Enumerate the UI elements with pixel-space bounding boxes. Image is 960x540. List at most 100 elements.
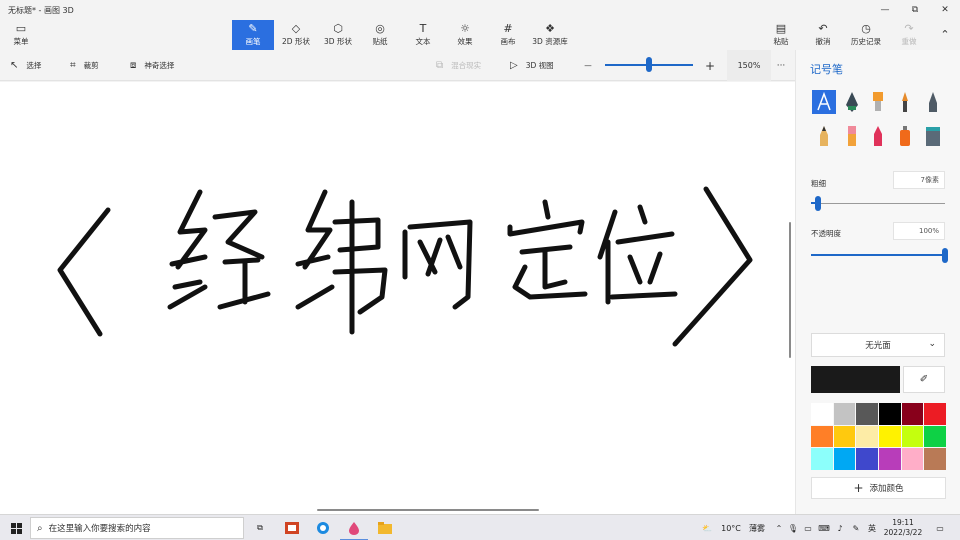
pencil-button[interactable] (812, 124, 836, 148)
palette-swatch[interactable] (878, 403, 901, 425)
weather-desc[interactable]: 薄雾 (746, 515, 768, 540)
palette-swatch[interactable] (856, 425, 878, 448)
eyedropper-icon: ✐ (919, 374, 929, 385)
chevron-down-icon: ⌄ (928, 339, 936, 349)
taskbar-app-presentation[interactable] (280, 515, 304, 540)
watercolor-brush-icon (902, 92, 908, 112)
finish-dropdown[interactable]: 无光面 ⌄ (811, 333, 945, 357)
tab-3d-shapes[interactable]: ⬡ 3D 形状 (318, 20, 358, 50)
redo-button[interactable]: ↷ 重做 (894, 20, 924, 50)
thickness-slider-track[interactable] (811, 203, 945, 204)
crayon-button[interactable] (866, 124, 890, 148)
palette-swatch[interactable] (901, 403, 924, 425)
taskbar-app-file-explorer[interactable] (373, 515, 397, 540)
more-options-button[interactable]: ··· (772, 50, 790, 81)
spray-can-button[interactable] (893, 124, 917, 148)
marker-brush-button[interactable] (812, 90, 836, 114)
battery-icon[interactable]: ▭ (802, 515, 814, 540)
minimize-button[interactable]: — (870, 0, 900, 20)
opacity-slider-thumb[interactable] (942, 248, 948, 263)
tab-3d-library[interactable]: ❖ 3D 资源库 (530, 20, 570, 50)
select-button[interactable]: ↖ 选择 (10, 50, 41, 81)
zoom-percent[interactable]: 150% (727, 50, 771, 81)
weather-icon: ⛅ (702, 523, 712, 533)
undo-button[interactable]: ↶ 撤消 (808, 20, 838, 50)
collapse-ribbon-button[interactable]: ⌃ (930, 20, 960, 50)
palette-swatch[interactable] (856, 448, 878, 470)
palette-swatch[interactable] (811, 403, 833, 425)
magic-select-icon: ⧈ (130, 60, 137, 71)
palette-swatch[interactable] (833, 403, 856, 425)
palette-swatch[interactable] (833, 425, 856, 448)
eraser-button[interactable] (840, 124, 864, 148)
notification-center-button[interactable]: ▭ (932, 515, 948, 540)
taskbar-search-box[interactable]: ⌕ 在这里输入你要搜索的内容 (30, 517, 244, 539)
paint3d-app-icon (349, 522, 359, 535)
zoom-out-button[interactable]: — (582, 50, 594, 81)
taskbar-app-browser[interactable] (311, 515, 335, 540)
color-palette (811, 403, 946, 470)
pen-icon[interactable]: ✎ (850, 515, 862, 540)
fill-bucket-button[interactable] (921, 124, 945, 148)
palette-swatch[interactable] (878, 425, 901, 448)
palette-swatch[interactable] (811, 448, 833, 470)
opacity-input[interactable]: 100% (893, 222, 945, 240)
current-color-swatch[interactable] (811, 366, 900, 393)
microphone-icon[interactable]: 🎙 (788, 515, 798, 540)
weather-temp[interactable]: 10°C (718, 515, 744, 540)
horizontal-scrollbar[interactable] (317, 509, 539, 511)
thickness-input[interactable]: 7像素 (893, 171, 945, 189)
vertical-scrollbar[interactable] (789, 222, 791, 358)
palette-swatch[interactable] (811, 425, 833, 448)
stroke-char-4 (507, 199, 588, 300)
palette-swatch[interactable] (901, 448, 924, 470)
palette-swatch[interactable] (924, 425, 946, 448)
start-button[interactable] (6, 515, 26, 540)
tab-2d-shapes[interactable]: ◇ 2D 形状 (276, 20, 316, 50)
paste-button[interactable]: ▤ 粘贴 (766, 20, 796, 50)
pixel-pen-button[interactable] (921, 90, 945, 114)
zoom-slider-thumb[interactable] (646, 57, 652, 72)
palette-swatch[interactable] (924, 403, 946, 425)
stroke-right-bracket (672, 186, 753, 347)
browser-app-icon (317, 522, 329, 534)
title-bar: 无标题* - 画图 3D — ⧉ ✕ (0, 0, 960, 20)
taskbar-app-paint3d[interactable] (342, 515, 366, 540)
crop-button[interactable]: ⌗ 裁剪 (70, 50, 99, 81)
palette-swatch[interactable] (878, 448, 901, 470)
close-button[interactable]: ✕ (930, 0, 960, 20)
menu-button[interactable]: ▭ 菜单 (6, 20, 36, 50)
eyedropper-button[interactable]: ✐ (903, 366, 945, 393)
history-button[interactable]: ◷ 历史记录 (846, 20, 886, 50)
chevron-up-icon[interactable]: ⌃ (774, 515, 784, 540)
palette-swatch[interactable] (901, 425, 924, 448)
3d-view-button[interactable]: ▷ 3D 视图 (510, 50, 554, 81)
tab-text[interactable]: T 文本 (405, 20, 441, 50)
tab-stickers[interactable]: ◎ 贴纸 (362, 20, 398, 50)
palette-swatch[interactable] (924, 448, 946, 470)
windows-logo-icon (10, 522, 22, 534)
stroke-char-1 (167, 189, 271, 310)
restore-button[interactable]: ⧉ (900, 0, 930, 20)
tab-canvas[interactable]: # 画布 (490, 20, 526, 50)
taskbar-clock[interactable]: 19:11 2022/3/22 (880, 517, 926, 539)
zoom-in-button[interactable]: + (703, 50, 717, 81)
drawing-canvas[interactable] (0, 82, 795, 514)
palette-swatch[interactable] (856, 403, 878, 425)
tab-effects[interactable]: ☼ 效果 (447, 20, 483, 50)
oil-brush-button[interactable] (866, 90, 890, 114)
tab-brushes[interactable]: ✎ 画笔 (232, 20, 274, 50)
volume-icon[interactable]: ♪ (834, 515, 846, 540)
magic-select-button[interactable]: ⧈ 神奇选择 (130, 50, 174, 81)
library-icon: ❖ (545, 22, 555, 35)
network-icon[interactable]: ⌨ (818, 515, 830, 540)
palette-swatch[interactable] (833, 448, 856, 470)
watercolor-brush-button[interactable] (893, 90, 917, 114)
add-color-button[interactable]: + 添加颜色 (811, 477, 946, 499)
presentation-app-icon (285, 522, 299, 534)
task-view-button[interactable]: ⧉ (250, 515, 270, 540)
mixed-reality-button[interactable]: ⧉ 混合现实 (436, 50, 481, 81)
calligraphy-pen-button[interactable] (840, 90, 864, 114)
ime-indicator[interactable]: 英 (866, 515, 878, 540)
thickness-slider-thumb[interactable] (814, 196, 821, 211)
